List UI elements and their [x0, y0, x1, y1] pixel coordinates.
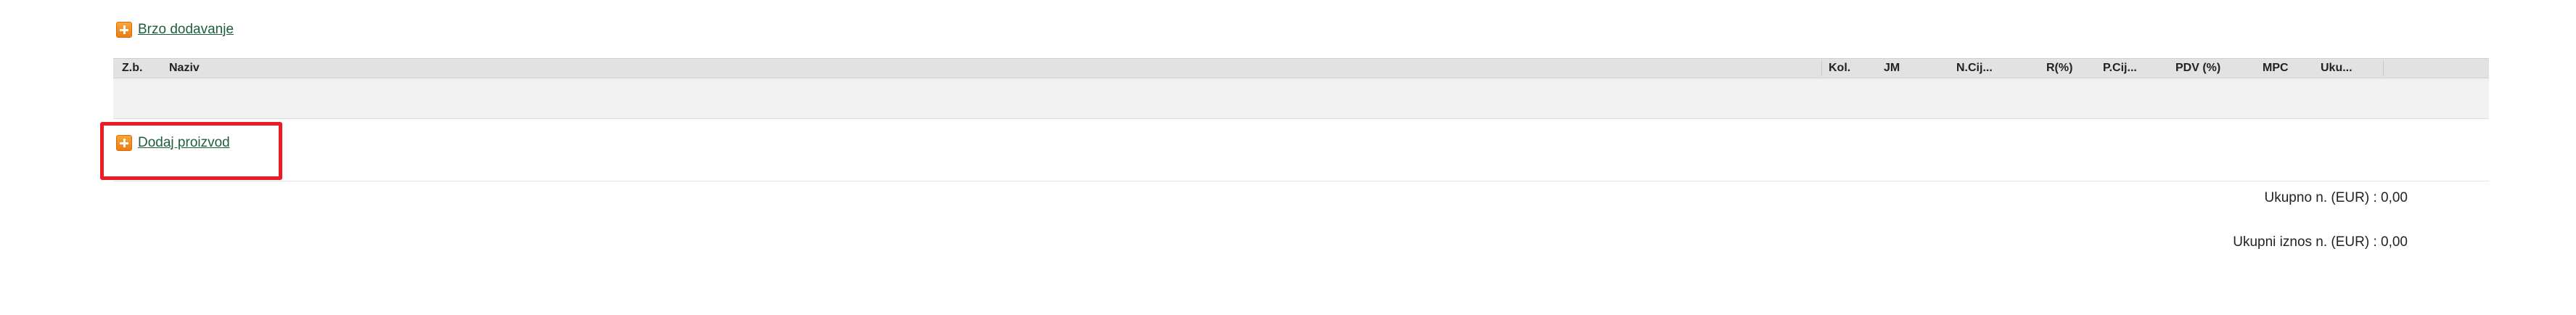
column-header-jm[interactable]: JM — [1884, 59, 1900, 78]
plus-icon[interactable] — [116, 22, 132, 38]
column-header-pdv[interactable]: PDV (%) — [2175, 59, 2220, 78]
column-header-zb[interactable]: Z.b. — [122, 59, 142, 78]
column-header-ukupno[interactable]: Uku... — [2321, 59, 2353, 78]
quick-add-row: Brzo dodavanje — [116, 22, 234, 38]
column-header-naziv[interactable]: Naziv — [169, 59, 200, 78]
table-body-empty — [113, 78, 2489, 119]
column-header-kol[interactable]: Kol. — [1829, 59, 1850, 78]
column-header-rabat[interactable]: R(%) — [2046, 59, 2072, 78]
quick-add-link[interactable]: Brzo dodavanje — [138, 22, 234, 38]
column-separator — [2383, 60, 2384, 76]
highlight-box — [100, 122, 282, 180]
grand-total: Ukupni iznos n. (EUR) : 0,00 — [2233, 234, 2408, 250]
column-header-ncij[interactable]: N.Cij... — [1956, 59, 1993, 78]
table-header: Z.b. Naziv Kol. JM N.Cij... R(%) P.Cij..… — [113, 58, 2489, 78]
column-header-pcij[interactable]: P.Cij... — [2103, 59, 2137, 78]
net-total: Ukupno n. (EUR) : 0,00 — [2264, 190, 2408, 205]
column-separator — [1821, 60, 1822, 76]
column-header-mpc[interactable]: MPC — [2263, 59, 2289, 78]
